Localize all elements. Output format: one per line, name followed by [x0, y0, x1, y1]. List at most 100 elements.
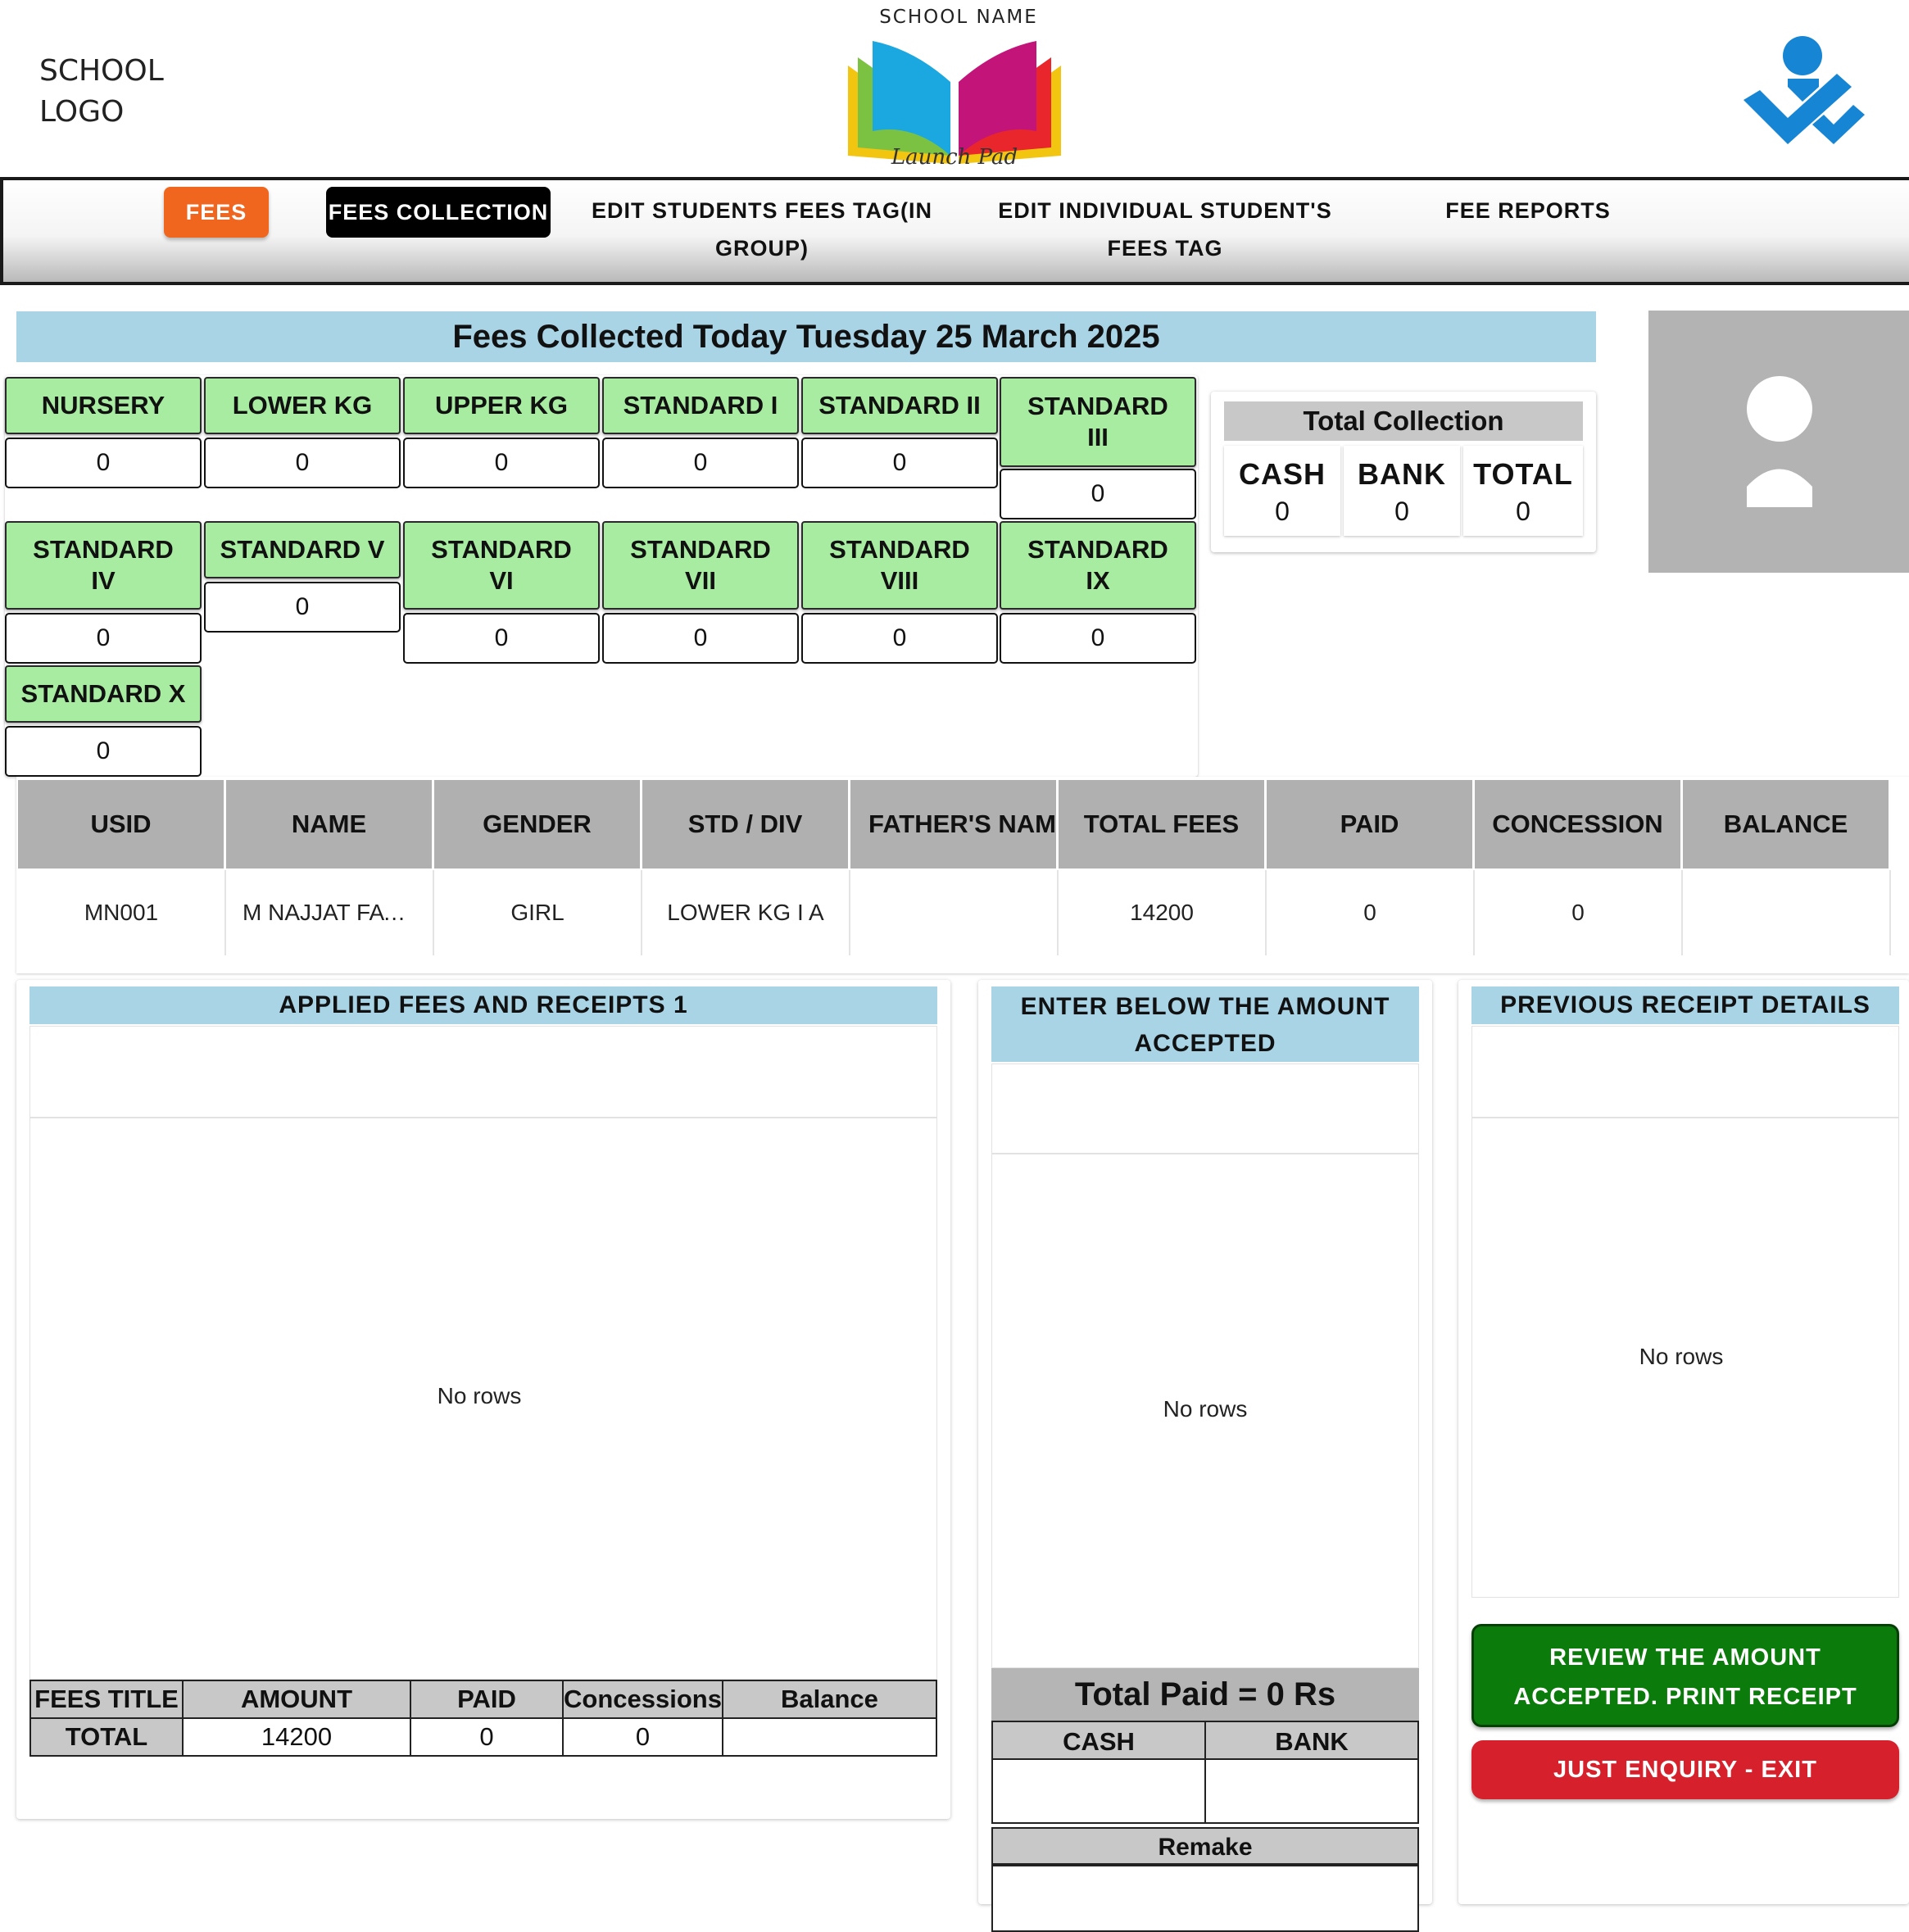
class-tile-nursery[interactable]: NURSERY [5, 377, 202, 434]
class-value-upper-kg: 0 [403, 438, 600, 488]
class-tile-standard-v[interactable]: STANDARD V [204, 521, 401, 578]
summary-header-amount: AMOUNT [182, 1680, 411, 1719]
class-value-lower-kg: 0 [204, 438, 401, 488]
summary-total-paid: 0 [410, 1717, 564, 1757]
class-value-standard-viii: 0 [801, 613, 998, 664]
total-cash-label: CASH [1238, 457, 1326, 491]
summary-total-amount: 14200 [182, 1717, 411, 1757]
amount-accepted-no-rows: No rows [1163, 1396, 1248, 1422]
class-value-standard-v: 0 [204, 582, 401, 633]
school-logo-placeholder: SCHOOL LOGO [39, 51, 220, 133]
cell-concession[interactable]: 0 [1475, 870, 1683, 955]
summary-total-balance [721, 1717, 938, 1757]
review-button-line2: ACCEPTED. PRINT RECEIPT [1513, 1684, 1857, 1710]
col-header-total-fees[interactable]: TOTAL FEES [1059, 780, 1267, 868]
amount-accepted-grid-header [991, 1064, 1419, 1154]
summary-header-concessions: Concessions [562, 1680, 723, 1719]
student-photo-placeholder[interactable] [1648, 311, 1909, 573]
class-value-standard-ii: 0 [801, 438, 998, 488]
total-cash-cell: CASH 0 [1224, 446, 1340, 536]
fees-collected-today-title: Fees Collected Today Tuesday 25 March 20… [16, 311, 1596, 362]
class-tile-upper-kg[interactable]: UPPER KG [403, 377, 600, 434]
summary-header-balance: Balance [721, 1680, 938, 1719]
col-header-name[interactable]: NAME [226, 780, 434, 868]
school-name: SCHOOL NAME [879, 7, 1038, 28]
school-logo-line1: SCHOOL [39, 54, 164, 88]
remark-input[interactable] [991, 1865, 1419, 1932]
class-tile-standard-x[interactable]: STANDARD X [5, 665, 202, 723]
launch-pad-book-logo: Launch Pad [848, 41, 1061, 170]
previous-receipts-no-rows: No rows [1639, 1344, 1724, 1369]
class-value-standard-i: 0 [602, 438, 799, 488]
summary-total-concessions: 0 [562, 1717, 723, 1757]
cash-amount-input[interactable] [991, 1758, 1206, 1824]
summary-total-label: TOTAL [29, 1717, 184, 1757]
cell-fathers-name[interactable] [850, 870, 1059, 955]
cash-input-label: CASH [991, 1721, 1206, 1760]
previous-receipts-grid-header [1471, 1026, 1899, 1118]
class-value-standard-vii: 0 [602, 613, 799, 664]
previous-receipts-title: PREVIOUS RECEIPT DETAILS [1471, 986, 1899, 1024]
cell-std-div[interactable]: LOWER KG I A [642, 870, 850, 955]
applied-fees-title: APPLIED FEES AND RECEIPTS 1 [29, 986, 937, 1024]
class-value-standard-vi: 0 [403, 613, 600, 664]
col-header-concession[interactable]: CONCESSION [1475, 780, 1683, 868]
total-bank-cell: BANK 0 [1344, 446, 1460, 536]
amount-accepted-title-line2: ACCEPTED [1134, 1030, 1276, 1057]
user-avatar-icon [1747, 376, 1812, 507]
bank-input-label: BANK [1204, 1721, 1419, 1760]
fees-collection-button[interactable]: FEES COLLECTION [326, 187, 551, 238]
class-value-standard-x: 0 [5, 726, 202, 777]
cell-total-fees[interactable]: 14200 [1059, 870, 1267, 955]
edit-individual-line1: EDIT INDIVIDUAL STUDENT'S [998, 198, 1332, 223]
applied-fees-no-rows: No rows [437, 1383, 522, 1408]
class-tile-standard-ix[interactable]: STANDARD IX [1000, 521, 1196, 610]
edit-individual-fees-tag-link[interactable]: EDIT INDIVIDUAL STUDENT'S FEES TAG [975, 192, 1355, 267]
total-bank-value: 0 [1394, 497, 1409, 526]
class-tile-standard-vii[interactable]: STANDARD VII [602, 521, 799, 610]
class-tile-standard-vi[interactable]: STANDARD VI [403, 521, 600, 610]
applied-fees-summary-table: FEES TITLE AMOUNT PAID Concessions Balan… [29, 1680, 938, 1757]
cell-usid[interactable]: MN001 [18, 870, 226, 955]
col-header-paid[interactable]: PAID [1267, 780, 1475, 868]
class-tile-standard-i[interactable]: STANDARD I [602, 377, 799, 434]
col-header-balance[interactable]: BALANCE [1683, 780, 1891, 868]
total-paid-label: Total Paid = 0 Rs [991, 1668, 1419, 1721]
applied-fees-grid-header [29, 1026, 937, 1118]
total-collection-title: Total Collection [1224, 401, 1583, 441]
total-bank-label: BANK [1358, 457, 1446, 491]
edit-group-fees-tag-link[interactable]: EDIT STUDENTS FEES TAG(IN GROUP) [574, 192, 950, 267]
cell-name[interactable]: M NAJJAT FATIMA [226, 870, 434, 955]
col-header-std-div[interactable]: STD / DIV [642, 780, 850, 868]
class-tile-standard-viii[interactable]: STANDARD VIII [801, 521, 998, 610]
total-cash-value: 0 [1275, 497, 1290, 526]
class-value-standard-iii: 0 [1000, 469, 1196, 519]
review-print-receipt-button[interactable]: REVIEW THE AMOUNT ACCEPTED. PRINT RECEIP… [1471, 1624, 1899, 1727]
col-header-fathers-name[interactable]: FATHER'S NAME [850, 780, 1059, 868]
school-logo-line2: LOGO [39, 95, 125, 129]
cell-gender[interactable]: GIRL [434, 870, 642, 955]
fees-button[interactable]: FEES [164, 187, 269, 238]
total-total-label: TOTAL [1473, 457, 1573, 491]
class-value-standard-iv: 0 [5, 613, 202, 664]
cell-paid[interactable]: 0 [1267, 870, 1475, 955]
just-enquiry-exit-button[interactable]: JUST ENQUIRY - EXIT [1471, 1740, 1899, 1799]
class-tile-lower-kg[interactable]: LOWER KG [204, 377, 401, 434]
class-tile-standard-ii[interactable]: STANDARD II [801, 377, 998, 434]
amount-accepted-title-line1: ENTER BELOW THE AMOUNT [1020, 993, 1390, 1020]
checkmark-person-logo [1743, 36, 1865, 144]
class-tile-standard-iv[interactable]: STANDARD IV [5, 521, 202, 610]
col-header-gender[interactable]: GENDER [434, 780, 642, 868]
remark-label: Remake [991, 1827, 1419, 1865]
edit-group-line2: GROUP) [715, 236, 809, 261]
col-header-usid[interactable]: USID [18, 780, 226, 868]
class-value-nursery: 0 [5, 438, 202, 488]
total-total-value: 0 [1516, 497, 1530, 526]
class-tile-standard-iii[interactable]: STANDARD III [1000, 377, 1196, 467]
edit-group-line1: EDIT STUDENTS FEES TAG(IN [591, 198, 932, 223]
launch-pad-text: Launch Pad [891, 145, 1018, 170]
class-value-standard-ix: 0 [1000, 613, 1196, 664]
cell-balance[interactable] [1683, 870, 1891, 955]
fee-reports-link[interactable]: FEE REPORTS [1409, 192, 1647, 229]
bank-amount-input[interactable] [1204, 1758, 1419, 1824]
